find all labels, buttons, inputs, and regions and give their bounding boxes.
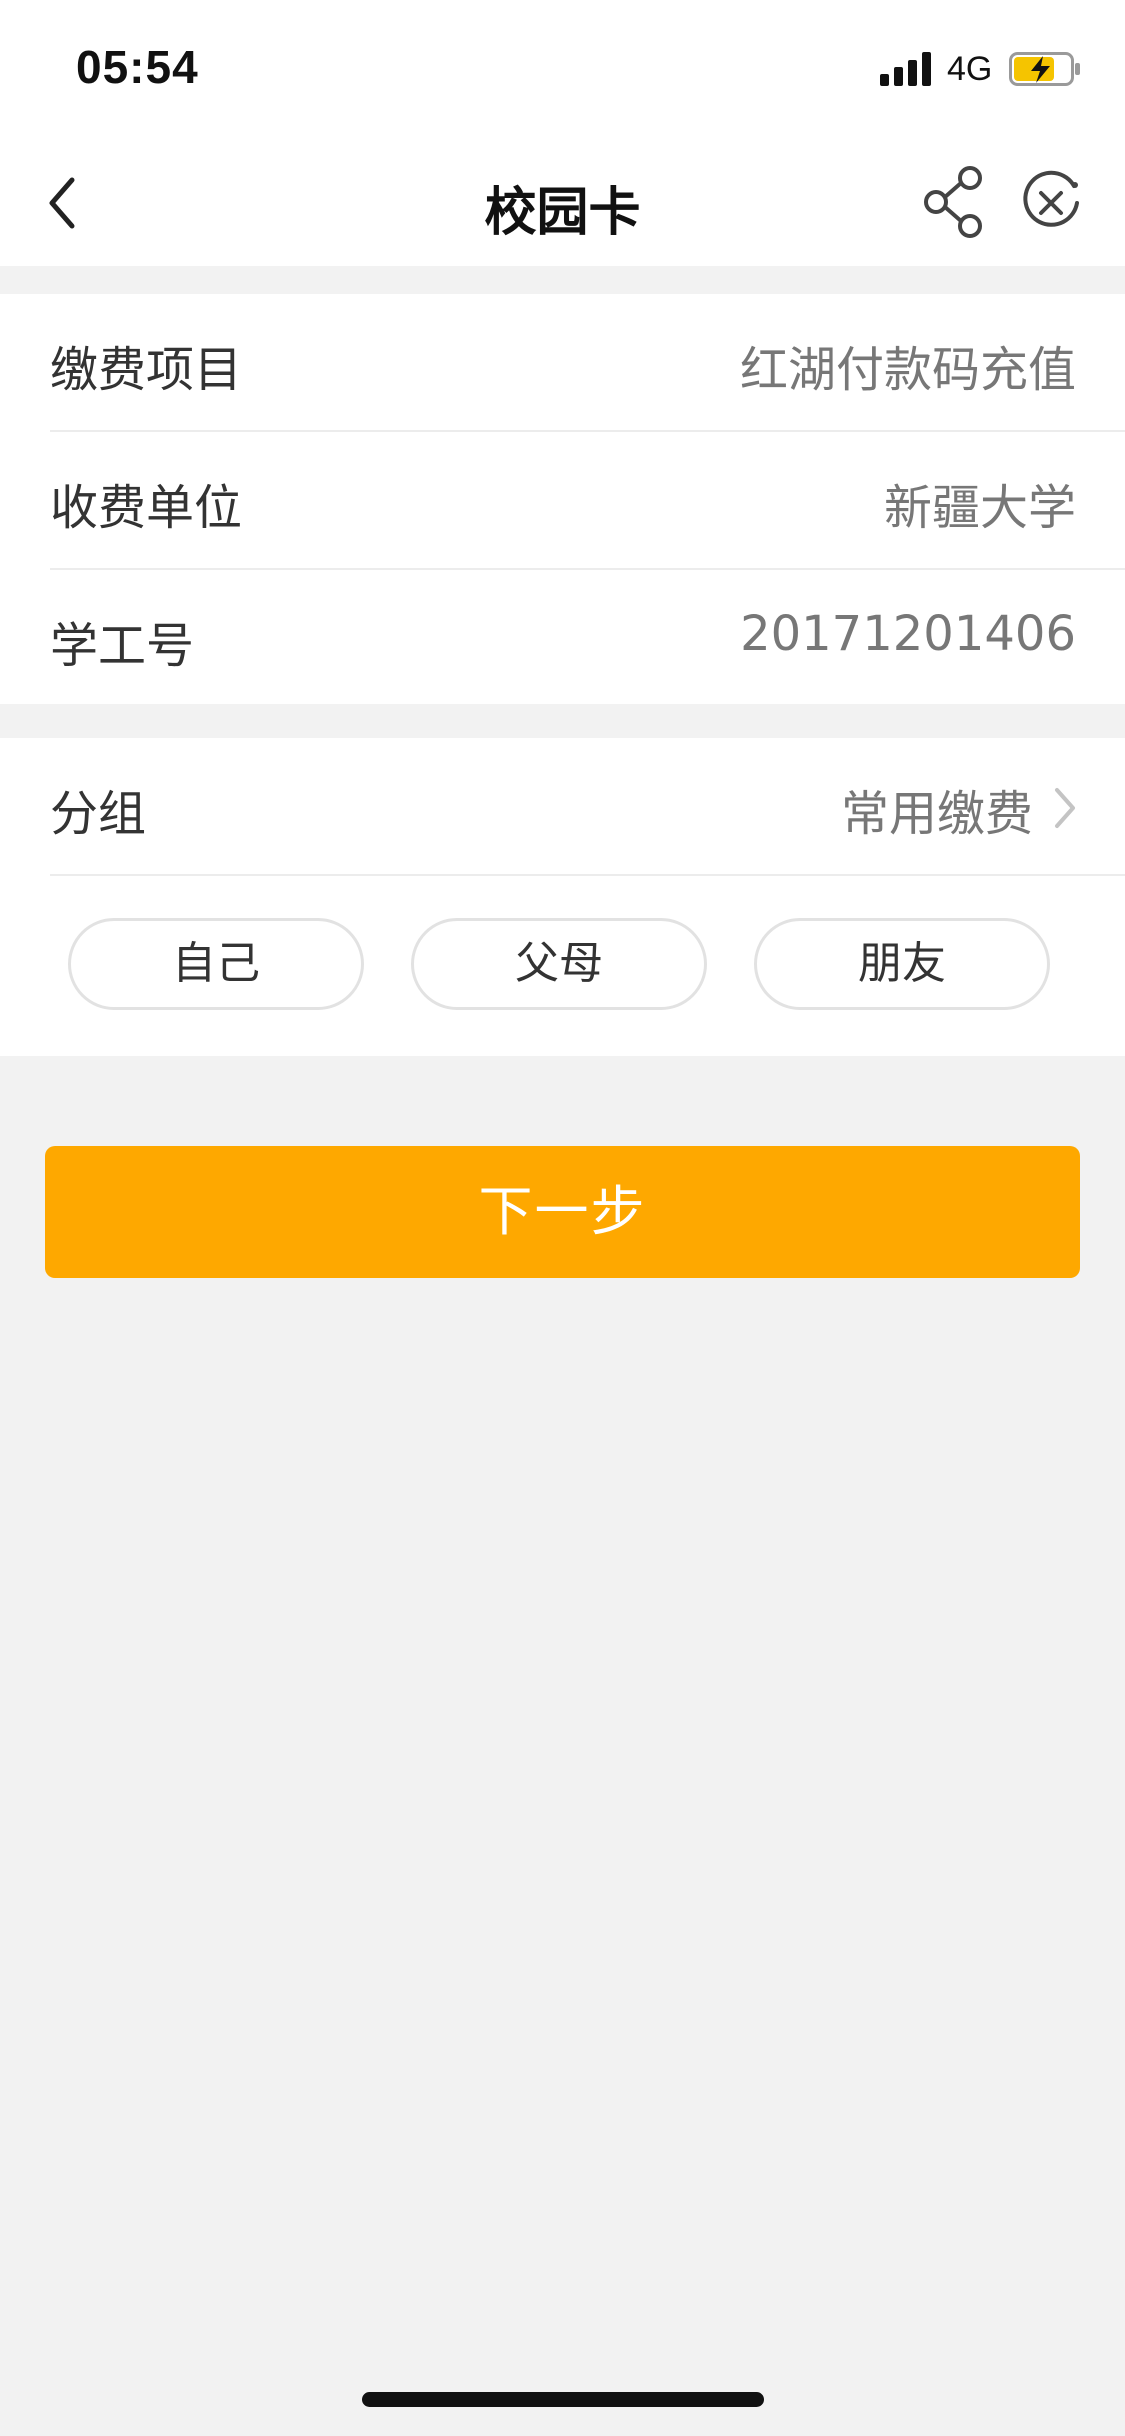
student-id-row: 学工号 20171201406 [0,570,1125,706]
payee-unit-value: 新疆大学 [883,480,1076,536]
chip-self[interactable]: 自己 [68,918,364,1010]
divider [50,874,1125,876]
payment-item-value: 红湖付款码充值 [739,342,1076,398]
payee-unit-label: 收费单位 [50,480,243,536]
student-id-label: 学工号 [50,618,195,674]
chip-parents[interactable]: 父母 [411,918,707,1010]
payment-item-row: 缴费项目 红湖付款码充值 [0,294,1125,430]
close-circle-icon[interactable] [1016,168,1086,238]
chevron-right-icon [1055,788,1075,828]
student-id-value: 20171201406 [740,606,1076,662]
group-row[interactable]: 分组 常用缴费 [0,738,1125,874]
group-card: 分组 常用缴费 自己 父母 朋友 [0,738,1125,1056]
network-type: 4G [947,50,993,88]
chip-friends[interactable]: 朋友 [754,918,1050,1010]
group-label: 分组 [50,786,147,842]
payee-unit-row: 收费单位 新疆大学 [0,432,1125,568]
share-icon[interactable] [922,164,988,240]
nav-bar: 校园卡 [0,140,1125,266]
payment-info-card: 缴费项目 红湖付款码充值 收费单位 新疆大学 学工号 20171201406 [0,294,1125,704]
signal-icon [880,52,936,86]
next-step-button[interactable]: 下一步 [45,1146,1080,1278]
battery-charging-icon [1009,52,1080,86]
status-bar: 05:54 4G [0,0,1125,140]
status-time: 05:54 [76,41,199,93]
home-indicator [362,2392,764,2407]
group-value: 常用缴费 [840,786,1033,842]
group-chips: 自己 父母 朋友 [0,918,1125,1018]
payment-item-label: 缴费项目 [50,342,243,398]
